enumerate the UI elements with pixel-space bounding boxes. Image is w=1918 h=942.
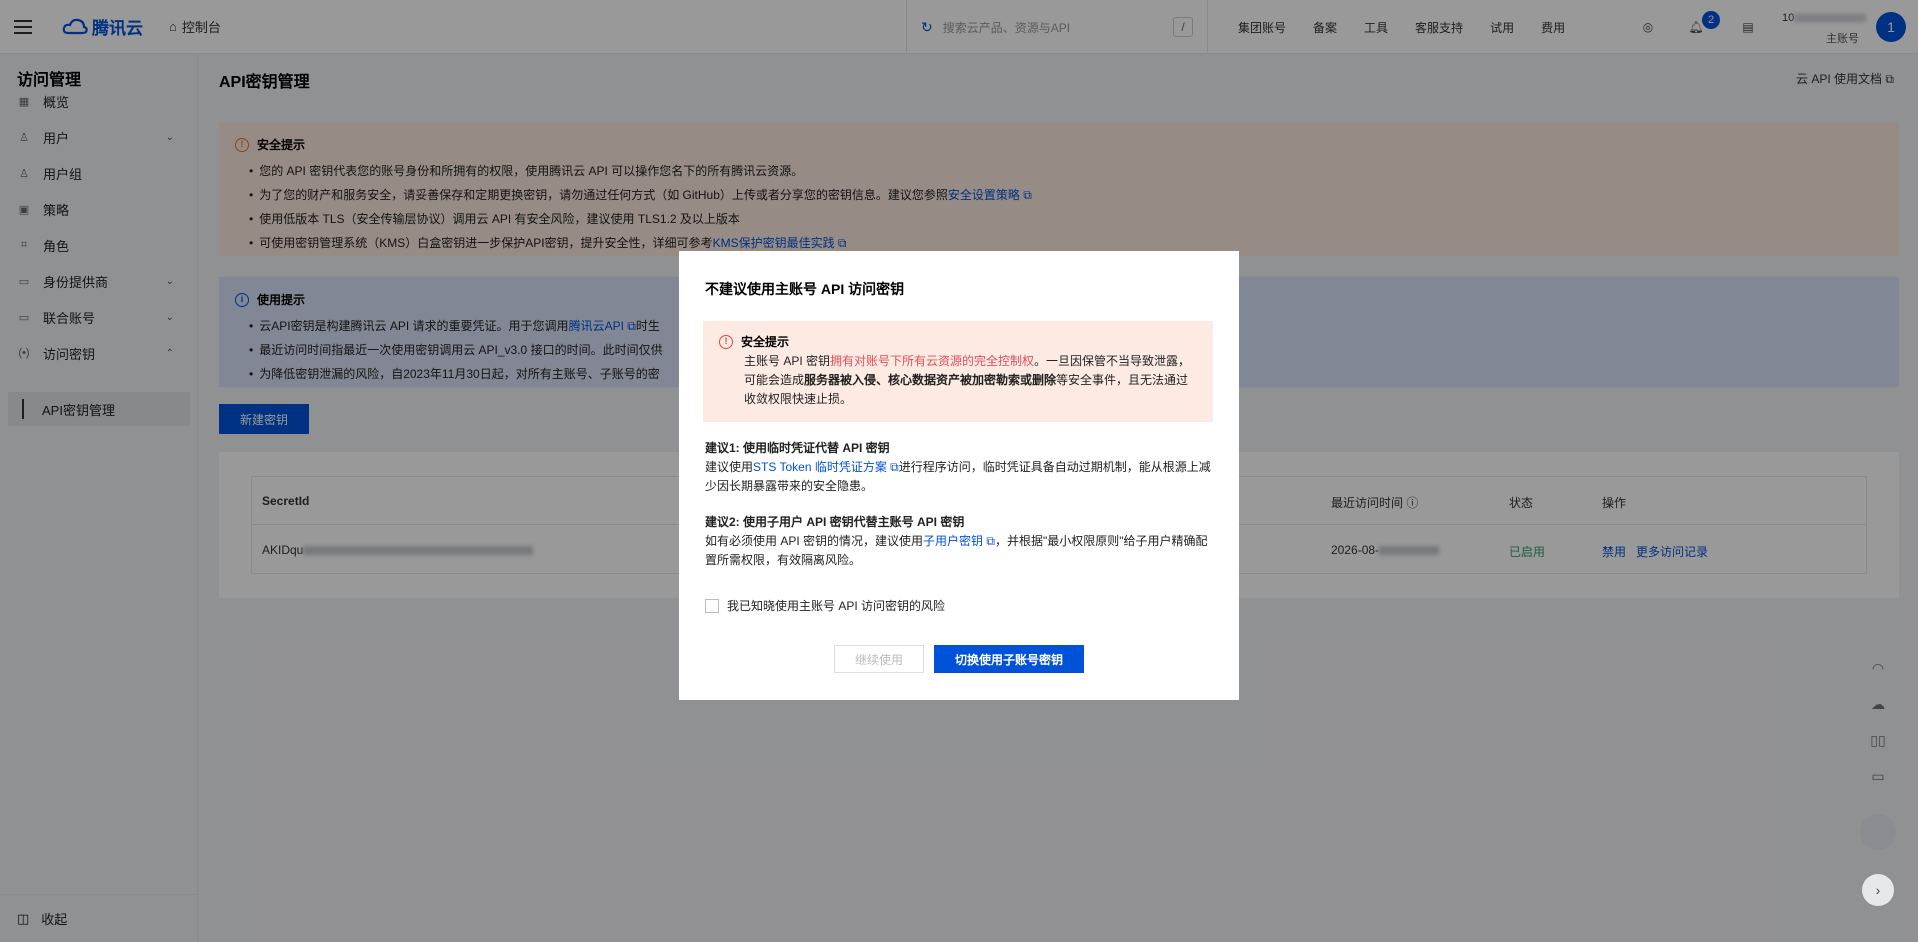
feedback-icon[interactable]: ▭ (1860, 758, 1896, 794)
dialog-title: 不建议使用主账号 API 访问密钥 (705, 281, 905, 297)
sub-user-key-link[interactable]: 子用户密钥 (923, 534, 983, 548)
suggestion-text: 如有必须使用 API 密钥的情况，建议使用子用户密钥 ⧉，并根据"最小权限原则"… (705, 534, 1208, 567)
alert-title: 安全提示 (741, 335, 790, 349)
assistant-avatar[interactable] (1860, 814, 1896, 850)
book-icon[interactable]: ▯▯ (1860, 722, 1896, 758)
sts-token-link[interactable]: STS Token 临时凭证方案 (753, 460, 887, 474)
checkbox-label: 我已知晓使用主账号 API 访问密钥的风险 (727, 599, 946, 613)
dialog-security-alert: ! 安全提示 主账号 API 密钥拥有对账号下所有云资源的完全控制权。一旦因保管不… (703, 321, 1213, 422)
warning-icon: ! (719, 334, 733, 349)
suggestion-1: 建议1: 使用临时凭证代替 API 密钥 建议使用STS Token 临时凭证方… (705, 439, 1215, 496)
external-link-icon: ⧉ (986, 534, 995, 548)
external-link-icon: ⧉ (890, 460, 899, 474)
headset-icon[interactable]: ◠ (1860, 650, 1896, 686)
suggestion-title: 建议1: 使用临时凭证代替 API 密钥 (705, 441, 890, 455)
risk-acknowledge-checkbox[interactable]: 我已知晓使用主账号 API 访问密钥的风险 (705, 597, 945, 614)
suggestion-title: 建议2: 使用子用户 API 密钥代替主账号 API 密钥 (705, 515, 965, 529)
continue-button[interactable]: 继续使用 (834, 645, 924, 673)
root-key-warning-dialog: 不建议使用主账号 API 访问密钥 ! 安全提示 主账号 API 密钥拥有对账号下… (679, 251, 1239, 700)
floating-toolbar: ◠ ☁ ▯▯ ▭ (1860, 650, 1896, 794)
checkbox[interactable] (705, 598, 719, 613)
switch-to-subaccount-key-button[interactable]: 切换使用子账号密钥 (934, 645, 1084, 673)
alert-text: 主账号 API 密钥拥有对账号下所有云资源的完全控制权。一旦因保管不当导致泄露，… (744, 354, 1191, 406)
chevron-right-icon[interactable]: › (1862, 874, 1894, 906)
suggestion-2: 建议2: 使用子用户 API 密钥代替主账号 API 密钥 如有必须使用 API… (705, 513, 1215, 570)
suggestion-text: 建议使用STS Token 临时凭证方案 ⧉进行程序访问，临时凭证具备自动过期机… (705, 460, 1211, 493)
cloud-upload-icon[interactable]: ☁ (1860, 686, 1896, 722)
